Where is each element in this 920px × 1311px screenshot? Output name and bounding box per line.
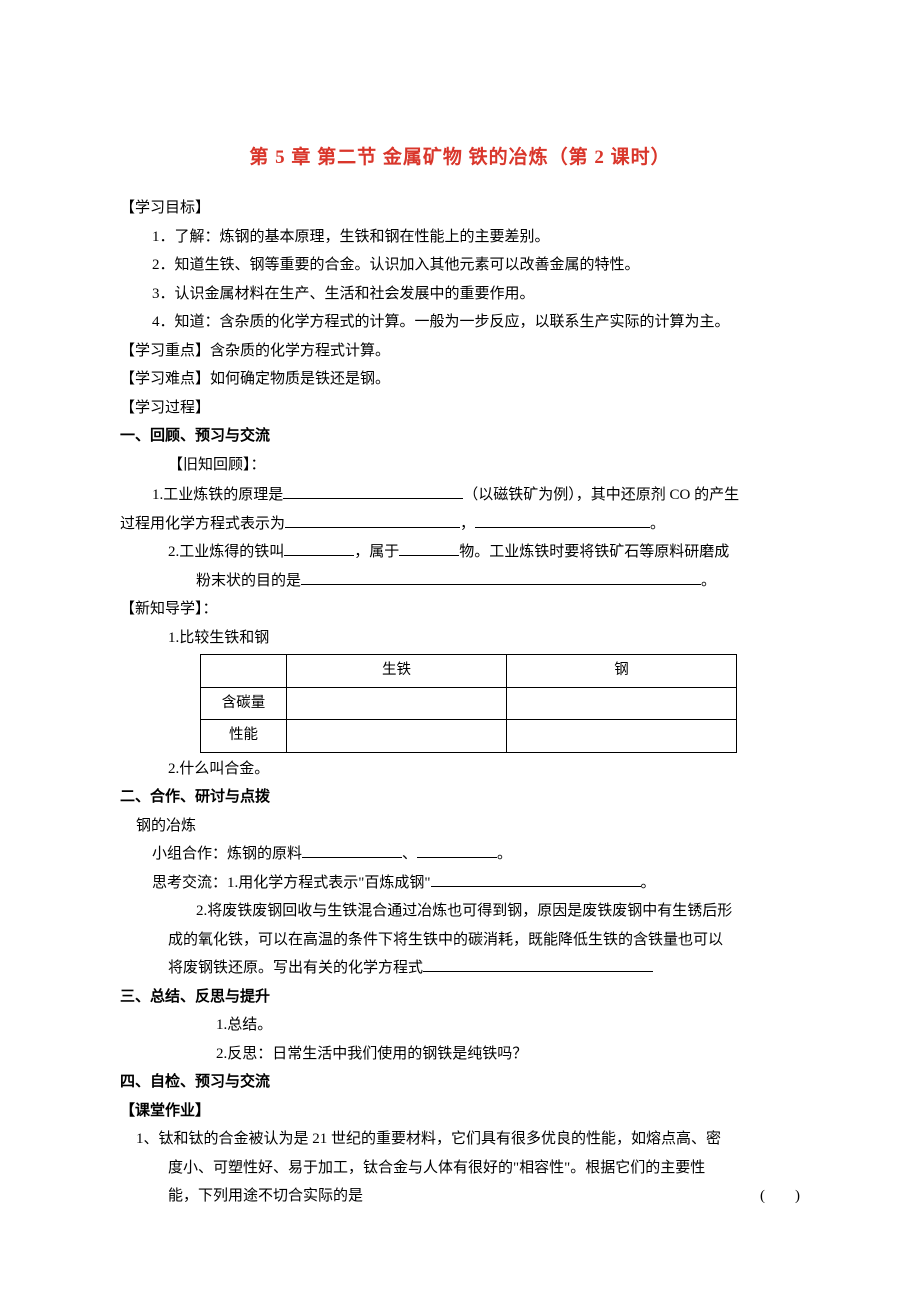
text: 。 [497, 846, 512, 862]
learning-process-header: 【学习过程】 [120, 394, 800, 423]
old-review-header: 【旧知回顾】： [120, 451, 800, 480]
text: 、 [402, 846, 417, 862]
cell-header: 钢 [507, 655, 737, 688]
text: 能，下列用途不切合实际的是 [168, 1188, 363, 1204]
section-2-header: 二、合作、研讨与点拨 [120, 783, 800, 812]
blank-input[interactable] [302, 843, 402, 858]
reflect-item: 2.反思：日常生活中我们使用的钢铁是纯铁吗？ [120, 1040, 800, 1069]
goal-item: 1．了解：炼钢的基本原理，生铁和钢在性能上的主要差别。 [120, 223, 800, 252]
cell-input[interactable] [507, 720, 737, 753]
think-exchange-2-l2: 成的氧化铁，可以在高温的条件下将生铁中的碳消耗，既能降低生铁的含铁量也可以 [120, 926, 800, 955]
text: 粉末状的目的是 [196, 573, 301, 589]
blank-input[interactable] [301, 570, 701, 585]
cell-label: 含碳量 [201, 687, 287, 720]
text: 。 [641, 875, 656, 891]
text: 1.工业炼铁的原理是 [152, 487, 283, 503]
blank-input[interactable] [285, 513, 460, 528]
blank-input[interactable] [284, 541, 354, 556]
cell-label: 性能 [201, 720, 287, 753]
section-4-header: 四、自检、预习与交流 [120, 1068, 800, 1097]
table-row: 生铁 钢 [201, 655, 737, 688]
learning-goal-header: 【学习目标】 [120, 194, 800, 223]
goal-item: 4．知道：含杂质的化学方程式的计算。一般为一步反应，以联系生产实际的计算为主。 [120, 308, 800, 337]
question-1-l1: 1、钛和钛的合金被认为是 21 世纪的重要材料，它们具有很多优良的性能，如熔点高… [120, 1125, 800, 1154]
table-row: 含碳量 [201, 687, 737, 720]
blank-input[interactable] [283, 484, 463, 499]
compare-table: 生铁 钢 含碳量 性能 [200, 654, 737, 753]
question-1-l3: 能，下列用途不切合实际的是 ( ) [120, 1182, 800, 1211]
blank-input[interactable] [431, 872, 641, 887]
think-exchange-2-l1: 2.将废铁废钢回收与生铁混合通过冶炼也可得到钢，原因是废铁废钢中有生锈后形 [120, 897, 800, 926]
section-1-header: 一、回顾、预习与交流 [120, 422, 800, 451]
text: ，属于 [354, 544, 399, 560]
question-1-l2: 度小、可塑性好、易于加工，钛合金与人体有很好的"相容性"。根据它们的主要性 [120, 1154, 800, 1183]
review-q2-line1: 2.工业炼得的铁叫 ，属于 物。工业炼铁时要将铁矿石等原料研磨成 [120, 538, 800, 567]
text: 过程用化学方程式表示为 [120, 516, 285, 532]
cell-input[interactable] [507, 687, 737, 720]
text: 。 [650, 516, 665, 532]
table-row: 性能 [201, 720, 737, 753]
learning-difficulty: 【学习难点】如何确定物质是铁还是钢。 [120, 365, 800, 394]
new-guide-item-2: 2.什么叫合金。 [120, 755, 800, 784]
cell-input[interactable] [287, 720, 507, 753]
cell-input[interactable] [287, 687, 507, 720]
new-guide-header: 【新知导学】： [120, 595, 800, 624]
text: 2.工业炼得的铁叫 [168, 544, 284, 560]
blank-input[interactable] [475, 513, 650, 528]
summary-item: 1.总结。 [120, 1011, 800, 1040]
classwork-header: 【课堂作业】 [120, 1097, 800, 1126]
page-title: 第 5 章 第二节 金属矿物 铁的冶炼（第 2 课时） [120, 140, 800, 176]
text: 将废钢铁还原。写出有关的化学方程式 [168, 960, 423, 976]
answer-paren[interactable]: ( ) [760, 1182, 800, 1211]
goal-item: 3．认识金属材料在生产、生活和社会发展中的重要作用。 [120, 280, 800, 309]
text: 。 [701, 573, 716, 589]
blank-input[interactable] [417, 843, 497, 858]
blank-input[interactable] [399, 541, 459, 556]
cell-header: 生铁 [287, 655, 507, 688]
text: （以磁铁矿为例），其中还原剂 CO 的产生 [463, 487, 739, 503]
blank-input[interactable] [423, 957, 653, 972]
learning-focus: 【学习重点】含杂质的化学方程式计算。 [120, 337, 800, 366]
cell-blank [201, 655, 287, 688]
review-q1-line2: 过程用化学方程式表示为 ， 。 [120, 510, 800, 539]
new-guide-item-1: 1.比较生铁和钢 [120, 624, 800, 653]
steel-subheader: 钢的冶炼 [120, 812, 800, 841]
goal-item: 2．知道生铁、钢等重要的合金。认识加入其他元素可以改善金属的特性。 [120, 251, 800, 280]
text: ， [460, 516, 475, 532]
think-exchange-1: 思考交流：1.用化学方程式表示"百炼成钢" 。 [120, 869, 800, 898]
think-exchange-2-l3: 将废钢铁还原。写出有关的化学方程式 [120, 954, 800, 983]
text: 小组合作：炼钢的原料 [152, 846, 302, 862]
cooperation-line: 小组合作：炼钢的原料 、 。 [120, 840, 800, 869]
text: 物。工业炼铁时要将铁矿石等原料研磨成 [459, 544, 729, 560]
section-3-header: 三、总结、反思与提升 [120, 983, 800, 1012]
review-q1-line1: 1.工业炼铁的原理是 （以磁铁矿为例），其中还原剂 CO 的产生 [120, 481, 800, 510]
text: 思考交流：1.用化学方程式表示"百炼成钢" [152, 875, 431, 891]
review-q2-line2: 粉末状的目的是 。 [120, 567, 800, 596]
